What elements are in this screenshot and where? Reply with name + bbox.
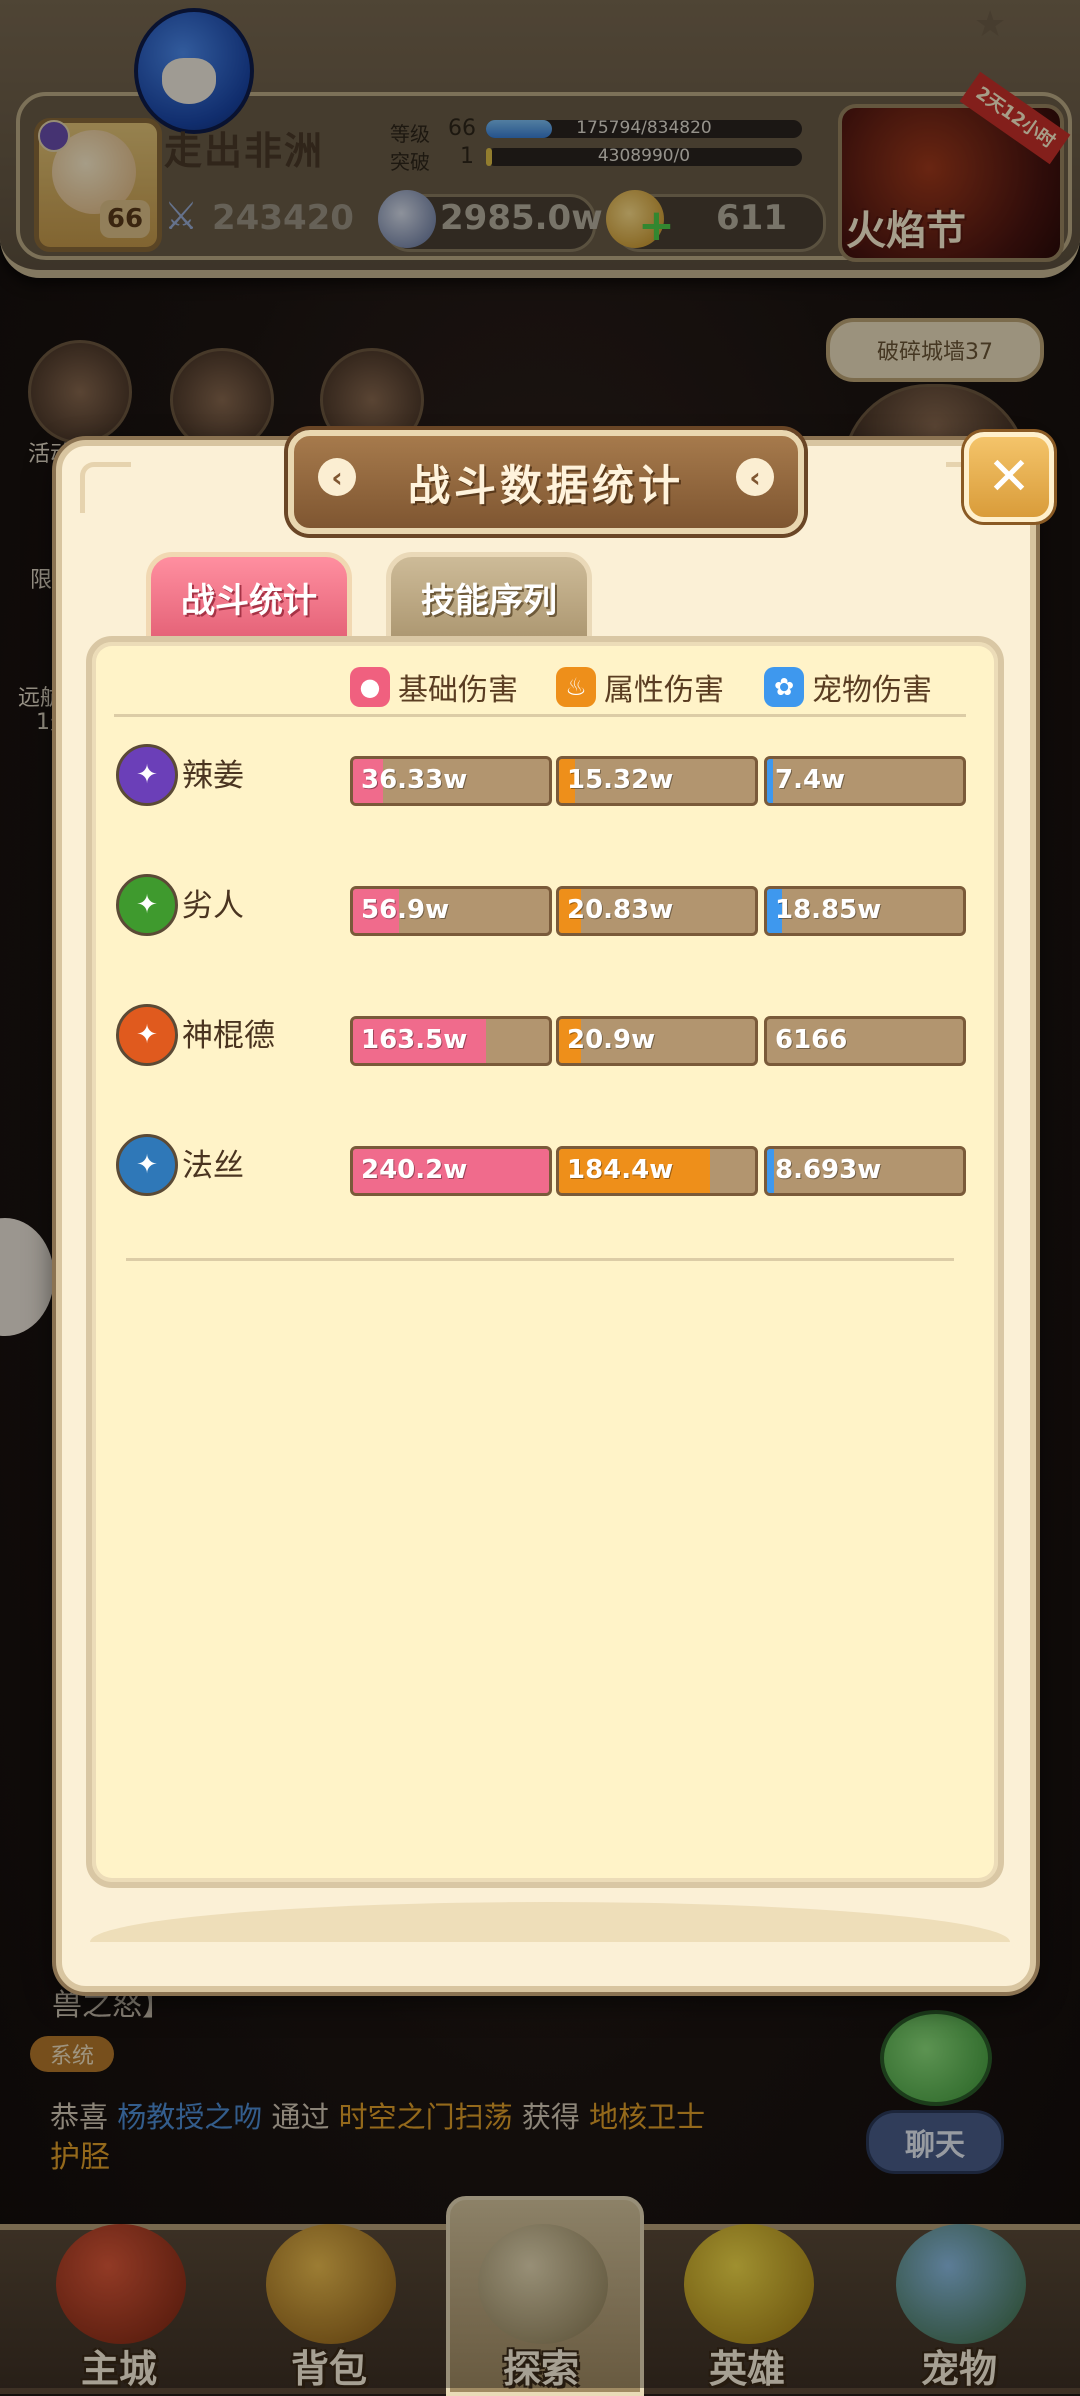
damage-value: 184.4w [567, 1155, 674, 1185]
damage-bar: 7.4w [764, 756, 966, 806]
damage-bar-fill [767, 759, 773, 803]
corner-ornament [80, 462, 131, 513]
column-base-damage: ● 基础伤害 [350, 662, 518, 712]
close-button[interactable]: ✕ [964, 432, 1054, 522]
rune-blue-icon: ✦ [116, 1134, 178, 1196]
damage-bar: 15.32w [556, 756, 758, 806]
damage-bar: 18.85w [764, 886, 966, 936]
damage-bar-fill [767, 1149, 775, 1193]
hero-name: 神棍德 [182, 1018, 275, 1054]
damage-value: 6166 [775, 1025, 848, 1055]
rune-green-icon: ✦ [116, 874, 178, 936]
list-bottom-divider [126, 1258, 954, 1261]
damage-value: 163.5w [361, 1025, 468, 1055]
damage-value: 20.9w [567, 1025, 656, 1055]
header-divider [114, 714, 966, 717]
column-label: 宠物伤害 [812, 673, 932, 708]
hero-row: ✦ 劣人 56.9w 20.83w 18.85w [114, 868, 966, 938]
stats-panel [86, 636, 1004, 1888]
damage-bar: 20.83w [556, 886, 758, 936]
hero-name: 辣姜 [182, 758, 244, 794]
hero-name: 法丝 [182, 1148, 244, 1184]
damage-value: 240.2w [361, 1155, 468, 1185]
damage-bar: 163.5w [350, 1016, 552, 1066]
column-pet-damage: ✿ 宠物伤害 [764, 662, 932, 712]
damage-bar: 56.9w [350, 886, 552, 936]
damage-value: 8.693w [775, 1155, 882, 1185]
rune-orange-icon: ✦ [116, 1004, 178, 1066]
damage-bar: 6166 [764, 1016, 966, 1066]
right-arrow-ornament-icon: ‹ [736, 458, 774, 496]
column-attribute-damage: ♨ 属性伤害 [556, 662, 724, 712]
modal-title-plate: ‹ 战斗数据统计 ‹ [288, 430, 804, 534]
damage-bar: 20.9w [556, 1016, 758, 1066]
column-header-row: ● 基础伤害 ♨ 属性伤害 ✿ 宠物伤害 [114, 662, 966, 712]
damage-bar: 184.4w [556, 1146, 758, 1196]
damage-value: 36.33w [361, 765, 468, 795]
damage-value: 15.32w [567, 765, 674, 795]
damage-value: 7.4w [775, 765, 846, 795]
damage-bar: 36.33w [350, 756, 552, 806]
left-arrow-ornament-icon: ‹ [318, 458, 356, 496]
damage-bar: 8.693w [764, 1146, 966, 1196]
column-label: 属性伤害 [604, 673, 724, 708]
damage-value: 18.85w [775, 895, 882, 925]
hero-row: ✦ 法丝 240.2w 184.4w 8.693w [114, 1128, 966, 1198]
damage-value: 20.83w [567, 895, 674, 925]
paw-icon: ✿ [764, 667, 804, 707]
fire-icon: ♨ [556, 667, 596, 707]
column-label: 基础伤害 [398, 673, 518, 708]
person-icon: ● [350, 667, 390, 707]
hero-name: 劣人 [182, 888, 244, 924]
hero-row: ✦ 辣姜 36.33w 15.32w 7.4w [114, 738, 966, 808]
rune-purple-icon: ✦ [116, 744, 178, 806]
tab-skill-sequence[interactable]: 技能序列 [386, 552, 592, 642]
damage-value: 56.9w [361, 895, 450, 925]
damage-bar: 240.2w [350, 1146, 552, 1196]
tab-battle-stats[interactable]: 战斗统计 [146, 552, 352, 642]
modal-title: 战斗数据统计 [407, 460, 684, 510]
hero-row: ✦ 神棍德 163.5w 20.9w 6166 [114, 998, 966, 1068]
